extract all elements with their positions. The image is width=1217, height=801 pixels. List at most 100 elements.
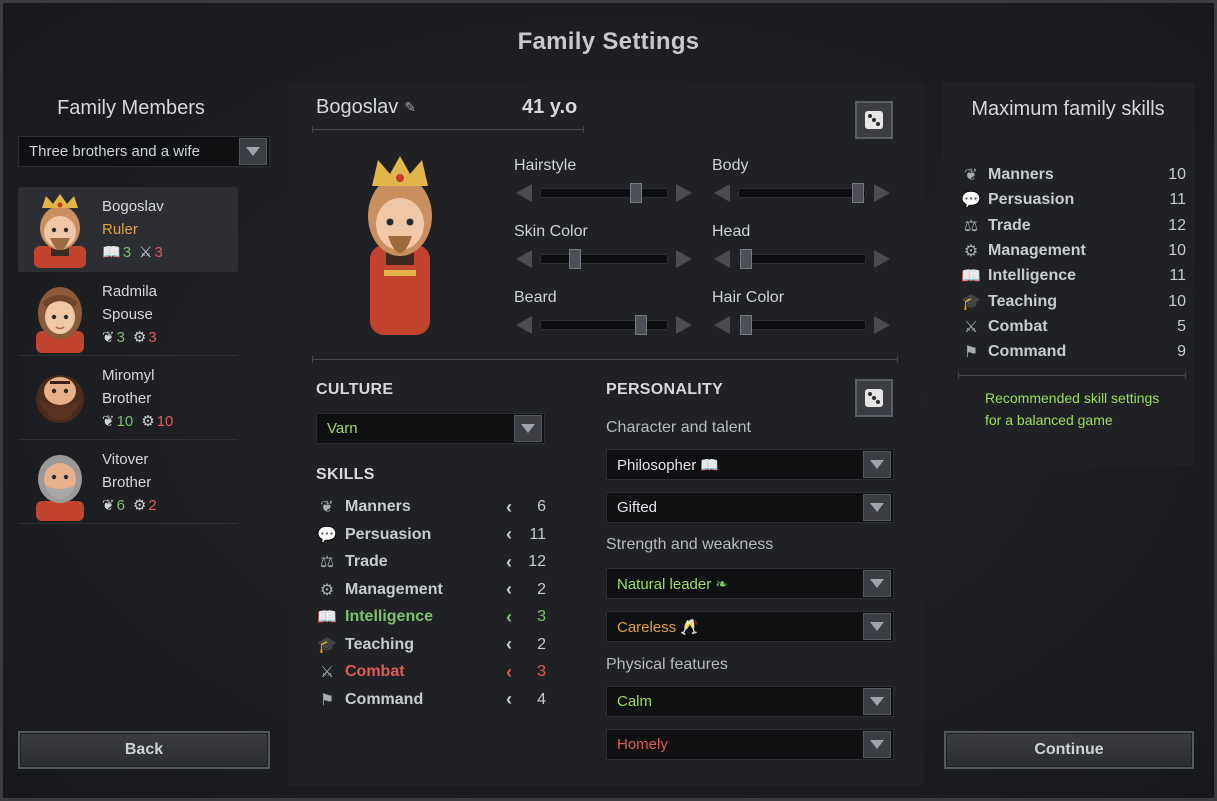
physical-feature-2-dropdown[interactable]: Homely [606, 729, 894, 760]
left-arrow-icon[interactable] [714, 316, 730, 334]
right-arrow-icon[interactable] [676, 250, 692, 268]
slider-knob[interactable] [851, 183, 864, 203]
skill-row-combat: ⚔ Combat ‹ 3 [316, 661, 546, 683]
decrease-skill-button[interactable]: ‹ [506, 634, 520, 655]
talent-dropdown[interactable]: Gifted [606, 492, 894, 523]
chevron-down-icon[interactable] [863, 613, 891, 640]
skill-name: Manners [345, 498, 411, 515]
chevron-down-icon[interactable] [863, 451, 891, 478]
weakness-dropdown[interactable]: Careless 🥂 [606, 611, 894, 642]
page-title: Family Settings [517, 28, 700, 55]
left-arrow-icon[interactable] [516, 184, 532, 202]
left-arrow-icon[interactable] [714, 250, 730, 268]
skill-value: 2 [537, 580, 546, 598]
decrease-skill-button[interactable]: ‹ [506, 607, 520, 628]
right-arrow-icon[interactable] [874, 250, 890, 268]
max-skills-divider [958, 372, 1186, 379]
decrease-skill-button[interactable]: ‹ [506, 662, 520, 683]
max-skills-heading: Maximum family skills [971, 98, 1165, 120]
character-name-field[interactable]: Bogoslav ✎ [316, 96, 416, 119]
chevron-down-icon[interactable] [514, 415, 542, 442]
member-stat-manners: ❦ 6 [102, 494, 125, 517]
skill-name: Teaching [345, 635, 415, 653]
right-arrow-icon[interactable] [676, 316, 692, 334]
head-slider[interactable] [714, 248, 890, 270]
skill-name: Command [345, 690, 424, 708]
skill-name: Management [345, 580, 443, 598]
max-skill-value: 12 [1168, 216, 1186, 234]
avatar [24, 443, 96, 521]
chevron-down-icon[interactable] [863, 494, 891, 521]
hair-color-slider[interactable] [714, 314, 890, 336]
skill-value: 11 [529, 525, 546, 543]
culture-dropdown[interactable]: Varn [316, 413, 545, 444]
decrease-skill-button[interactable]: ‹ [506, 552, 520, 573]
right-arrow-icon[interactable] [676, 184, 692, 202]
max-skill-name: Intelligence [988, 267, 1077, 285]
max-skill-name: Manners [988, 166, 1054, 183]
skin-color-slider[interactable] [516, 248, 692, 270]
skill-row-teaching: 🎓 Teaching ‹ 2 [316, 634, 546, 656]
slider-knob[interactable] [740, 249, 753, 269]
member-role: Spouse [102, 305, 153, 323]
chevron-down-icon[interactable] [239, 138, 267, 165]
decrease-skill-button[interactable]: ‹ [506, 524, 520, 545]
randomize-personality-button[interactable] [855, 379, 893, 417]
slider-knob[interactable] [740, 315, 753, 335]
culture-heading: CULTURE [316, 381, 394, 398]
max-skill-value: 11 [1169, 267, 1186, 285]
max-skill-value: 11 [1169, 191, 1186, 209]
left-arrow-icon[interactable] [516, 316, 532, 334]
skill-name: Persuasion [345, 525, 432, 543]
max-skill-name: Persuasion [988, 191, 1075, 209]
decrease-skill-button[interactable]: ‹ [506, 689, 520, 710]
strength-value: Natural leader [617, 575, 712, 593]
body-slider[interactable] [714, 182, 890, 204]
family-preset-value: Three brothers and a wife [29, 143, 200, 160]
member-name: Radmila [102, 282, 158, 300]
family-preset-dropdown[interactable]: Three brothers and a wife [18, 136, 270, 167]
management-icon: ⚙ [132, 496, 147, 514]
manners-icon: ❦ [102, 412, 115, 430]
book-icon: 📖 [700, 456, 720, 474]
pencil-icon[interactable]: ✎ [404, 99, 416, 116]
family-member-miromyl[interactable]: Miromyl Brother ❦ 10 ⚙ 10 [18, 356, 238, 440]
management-icon: ⚙ [132, 328, 147, 346]
max-skill-row-trade: ⚖ Trade 12 [960, 215, 1186, 237]
character-talent-heading: Character and talent [606, 419, 751, 436]
hairstyle-slider[interactable] [516, 182, 692, 204]
decrease-skill-button[interactable]: ‹ [506, 579, 520, 600]
physical-feature-1-dropdown[interactable]: Calm [606, 686, 894, 717]
family-member-vitover[interactable]: Vitover Brother ❦ 6 ⚙ 2 [18, 440, 238, 524]
trade-icon: ⚖ [319, 554, 335, 571]
command-icon: ⚑ [319, 691, 335, 709]
intelligence-icon: 📖 [102, 243, 121, 261]
max-skill-name: Combat [988, 317, 1048, 335]
randomize-appearance-button[interactable] [855, 101, 893, 139]
character-dropdown[interactable]: Philosopher 📖 [606, 449, 894, 480]
manners-icon: ❦ [964, 167, 978, 184]
chevron-down-icon[interactable] [863, 731, 891, 758]
member-stat-management: ⚙ 10 [141, 410, 173, 433]
back-button[interactable]: Back [18, 731, 270, 769]
skill-name: Intelligence [345, 608, 434, 625]
combat-icon: ⚔ [139, 243, 153, 261]
slider-knob[interactable] [630, 183, 643, 203]
slider-knob[interactable] [635, 315, 648, 335]
chevron-down-icon[interactable] [863, 570, 891, 597]
continue-button[interactable]: Continue [944, 731, 1194, 769]
family-member-bogoslav[interactable]: Bogoslav Ruler 📖 3 ⚔ 3 [18, 187, 238, 271]
right-arrow-icon[interactable] [874, 316, 890, 334]
right-arrow-icon[interactable] [874, 184, 890, 202]
beard-slider[interactable] [516, 314, 692, 336]
skill-value: 2 [537, 635, 546, 653]
decrease-skill-button[interactable]: ‹ [506, 497, 520, 518]
strength-dropdown[interactable]: Natural leader ❧ [606, 568, 894, 599]
slider-knob[interactable] [569, 249, 581, 269]
max-skill-value: 10 [1168, 292, 1186, 310]
family-member-radmila[interactable]: Radmila Spouse ❦ 3 ⚙ 3 [18, 272, 238, 356]
left-arrow-icon[interactable] [714, 184, 730, 202]
chevron-down-icon[interactable] [863, 688, 891, 715]
manners-icon: ❦ [320, 499, 334, 516]
left-arrow-icon[interactable] [516, 250, 532, 268]
